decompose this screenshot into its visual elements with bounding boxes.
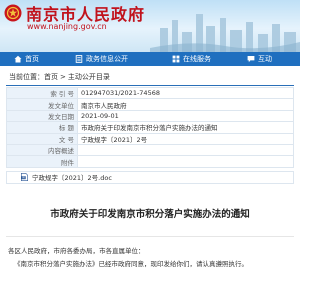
document-body: 《南京市积分落户实施办法》已经市政府同意，现印发给你们，请认真遵照执行。 <box>14 259 248 268</box>
info-label: 标 题 <box>6 121 78 134</box>
info-label: 内容概述 <box>6 143 78 157</box>
breadcrumb: 当前位置： 首页 > 主动公开目录 <box>0 70 300 83</box>
nav-item-online-service[interactable]: 在线服务 <box>156 54 211 64</box>
grid-icon <box>172 55 180 63</box>
info-row-index: 索 引 号 012947031/2021-74568 <box>6 86 294 100</box>
info-row-attachment: 附件 <box>6 155 294 168</box>
info-value <box>77 143 294 157</box>
main-nav: 首页 政务信息公开 在线服务 互动 <box>0 52 300 66</box>
nav-item-label: 政务信息公开 <box>86 55 128 63</box>
nav-item-home[interactable]: 首页 <box>0 54 39 64</box>
breadcrumb-divider <box>6 85 294 86</box>
document-icon <box>75 55 83 63</box>
info-row-summary: 内容概述 <box>6 143 294 157</box>
nav-item-interaction[interactable]: 互动 <box>231 54 272 64</box>
info-value: 市政府关于印发南京市积分落户实施办法的通知 <box>77 121 294 134</box>
svg-text:W: W <box>22 176 25 180</box>
site-url: www.nanjing.gov.cn <box>27 22 107 31</box>
word-doc-icon: W <box>21 173 28 182</box>
info-row-doc-number: 文 号 宁政规字〔2021〕2号 <box>6 132 294 145</box>
attachment-link[interactable]: W 宁政规字〔2021〕2号.doc <box>6 170 294 184</box>
info-row-date: 发文日期 2021-09-01 <box>6 109 294 123</box>
info-label: 附件 <box>6 155 78 168</box>
breadcrumb-separator: > <box>60 72 66 81</box>
site-header: 南京市人民政府 www.nanjing.gov.cn <box>0 0 300 52</box>
info-row-issuer: 发文单位 南京市人民政府 <box>6 98 294 111</box>
nav-item-label: 互动 <box>258 55 272 63</box>
nav-item-gov-info[interactable]: 政务信息公开 <box>59 54 128 64</box>
home-icon <box>14 55 22 63</box>
attachment-filename[interactable]: 宁政规字〔2021〕2号.doc <box>32 172 112 182</box>
breadcrumb-current-link[interactable]: 主动公开目录 <box>68 72 110 82</box>
nav-item-label: 在线服务 <box>183 55 211 63</box>
info-value: 宁政规字〔2021〕2号 <box>77 132 294 145</box>
document-info-table: 索 引 号 012947031/2021-74568 发文单位 南京市人民政府 … <box>6 86 294 168</box>
info-label: 文 号 <box>6 132 78 145</box>
breadcrumb-prefix: 当前位置： <box>9 72 44 81</box>
document-salutation: 各区人民政府，市府各委办局，市各直属单位： <box>8 246 145 255</box>
info-value: 南京市人民政府 <box>77 98 294 111</box>
document-divider <box>6 235 294 237</box>
national-emblem-icon <box>4 4 22 22</box>
info-label: 发文单位 <box>6 98 78 111</box>
city-skyline-illustration <box>150 14 300 52</box>
info-row-title: 标 题 市政府关于印发南京市积分落户实施办法的通知 <box>6 121 294 134</box>
breadcrumb-home-link[interactable]: 首页 <box>44 72 58 82</box>
info-value: 012947031/2021-74568 <box>77 86 294 100</box>
document-title: 市政府关于印发南京市积分落户实施办法的通知 <box>50 208 250 220</box>
chat-icon <box>247 56 255 63</box>
info-value <box>77 155 294 168</box>
nav-item-label: 首页 <box>25 55 39 63</box>
info-value: 2021-09-01 <box>77 109 294 123</box>
info-label: 发文日期 <box>6 109 78 123</box>
info-label: 索 引 号 <box>6 86 78 100</box>
